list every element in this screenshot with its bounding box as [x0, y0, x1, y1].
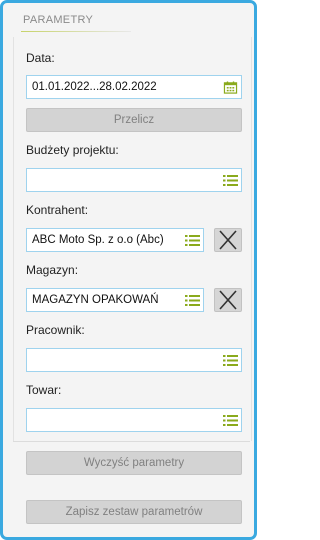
product-field[interactable] — [26, 408, 242, 432]
list-icon[interactable] — [223, 174, 238, 187]
close-icon — [219, 290, 237, 310]
budgets-field[interactable] — [26, 168, 242, 192]
clear-contractor-button[interactable] — [214, 228, 242, 252]
warehouse-label: Magazyn: — [26, 263, 79, 277]
save-parameter-set-button[interactable]: Zapisz zestaw parametrów — [26, 500, 242, 524]
list-icon[interactable] — [185, 294, 200, 307]
clear-warehouse-button[interactable] — [214, 288, 242, 312]
date-range-value: 01.01.2022...28.02.2022 — [32, 81, 157, 93]
product-label: Towar: — [26, 383, 62, 397]
title-underline — [21, 31, 131, 32]
list-icon[interactable] — [185, 234, 200, 247]
warehouse-value: MAGAZYN OPAKOWAŃ — [32, 294, 159, 306]
list-icon[interactable] — [223, 414, 238, 427]
panel-title: PARAMETRY — [23, 14, 94, 26]
date-label: Data: — [26, 51, 55, 65]
contractor-field[interactable]: ABC Moto Sp. z o.o (Abc) — [26, 228, 204, 252]
divider — [13, 441, 250, 442]
date-range-field[interactable]: 01.01.2022...28.02.2022 — [26, 75, 242, 99]
warehouse-field[interactable]: MAGAZYN OPAKOWAŃ — [26, 288, 204, 312]
close-icon — [219, 230, 237, 250]
list-icon[interactable] — [223, 354, 238, 367]
recalculate-button[interactable]: Przelicz — [26, 108, 242, 132]
contractor-value: ABC Moto Sp. z o.o (Abc) — [32, 234, 164, 246]
budgets-label: Budżety projektu: — [26, 143, 119, 157]
parameters-panel: PARAMETRY Data: 01.01.2022...28.02.2022 … — [0, 0, 257, 540]
employee-field[interactable] — [26, 348, 242, 372]
calendar-icon[interactable] — [223, 81, 238, 94]
clear-parameters-button[interactable]: Wyczyść parametry — [26, 451, 242, 475]
contractor-label: Kontrahent: — [26, 203, 89, 217]
employee-label: Pracownik: — [26, 323, 85, 337]
